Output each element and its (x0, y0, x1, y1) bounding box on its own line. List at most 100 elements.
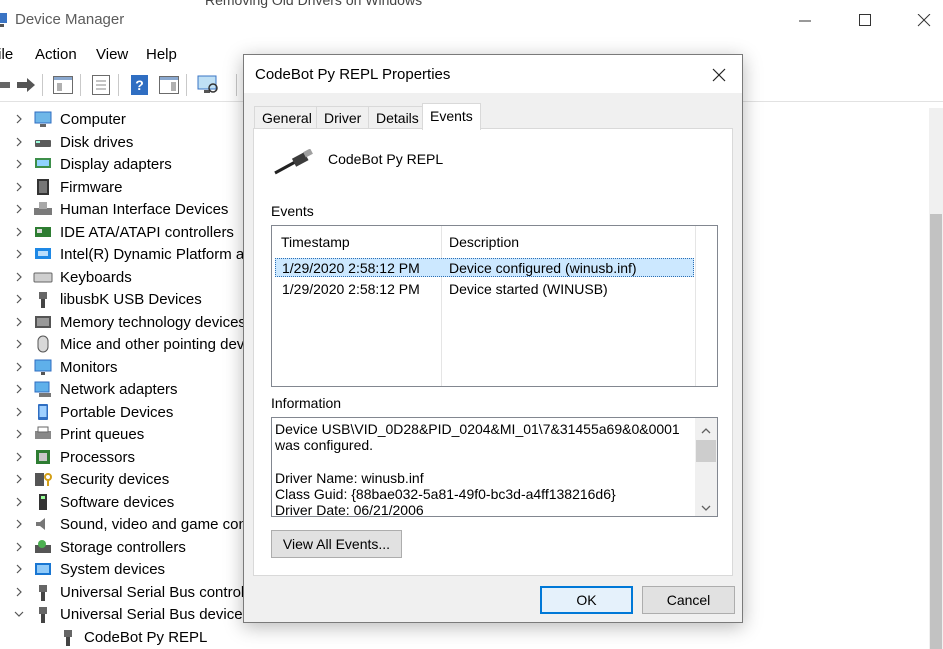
software-device-icon (33, 492, 53, 512)
chevron-right-icon[interactable] (13, 472, 25, 484)
tree-node-label: Universal Serial Bus controllers (60, 583, 250, 601)
chevron-right-icon[interactable] (13, 450, 25, 462)
disk-drive-icon (33, 132, 53, 152)
tree-node[interactable]: Security devices (0, 468, 250, 490)
tree-node[interactable]: Human Interface Devices (0, 198, 250, 220)
chevron-up-icon[interactable] (700, 423, 712, 434)
chevron-right-icon[interactable] (13, 157, 25, 169)
properties-icon[interactable] (89, 73, 113, 97)
chevron-right-icon[interactable] (13, 427, 25, 439)
chevron-right-icon[interactable] (13, 225, 25, 237)
chevron-right-icon[interactable] (13, 562, 25, 574)
tree-node[interactable]: Display adapters (0, 153, 250, 175)
tree-node[interactable]: Firmware (0, 176, 250, 198)
show-hide-tree-icon[interactable] (51, 73, 75, 97)
tab-driver[interactable]: Driver (316, 106, 370, 129)
tree-node[interactable]: Print queues (0, 423, 250, 445)
tree-node[interactable]: Memory technology devices (0, 311, 250, 333)
chevron-right-icon[interactable] (13, 270, 25, 282)
tree-node-label: Monitors (60, 358, 118, 376)
cancel-button[interactable]: Cancel (642, 586, 735, 614)
events-list[interactable]: Timestamp Description 1/29/2020 2:58:12 … (271, 225, 718, 387)
tree-node[interactable]: System devices (0, 558, 250, 580)
tree-node[interactable]: libusbK USB Devices (0, 288, 250, 310)
chevron-right-icon[interactable] (13, 495, 25, 507)
info-line: Device USB\VID_0D28&PID_0204&MI_01\7&314… (275, 421, 680, 454)
ok-button[interactable]: OK (540, 586, 633, 614)
svg-text:?: ? (135, 77, 144, 93)
chevron-right-icon[interactable] (13, 337, 25, 349)
tree-node[interactable]: Mice and other pointing devices (0, 333, 250, 355)
menu-file[interactable]: File (0, 46, 13, 63)
events-scrollbar[interactable] (695, 226, 717, 386)
dialog-close-icon[interactable] (707, 64, 731, 86)
main-scrollbar[interactable] (929, 108, 943, 649)
tree-node[interactable]: Monitors (0, 356, 250, 378)
chevron-right-icon[interactable] (13, 517, 25, 529)
tree-node[interactable]: Network adapters (0, 378, 250, 400)
chevron-right-icon[interactable] (13, 405, 25, 417)
view-all-events-button[interactable]: View All Events... (271, 530, 402, 558)
chevron-right-icon[interactable] (13, 247, 25, 259)
tree-node-label: Firmware (60, 178, 123, 196)
chevron-down-icon[interactable] (700, 500, 712, 511)
scrollbar-thumb[interactable] (696, 440, 716, 462)
storage-controller-icon (33, 537, 53, 557)
tree-node[interactable]: Portable Devices (0, 401, 250, 423)
tree-node[interactable]: Processors (0, 446, 250, 468)
event-description: Device configured (winusb.inf) (449, 260, 637, 276)
event-row[interactable]: 1/29/2020 2:58:12 PM Device started (WIN… (275, 280, 694, 299)
information-box[interactable]: Device USB\VID_0D28&PID_0204&MI_01\7&314… (271, 417, 718, 517)
help-icon[interactable]: ? (128, 73, 152, 97)
chevron-right-icon[interactable] (13, 292, 25, 304)
tab-details[interactable]: Details (368, 106, 427, 129)
minimize-button[interactable] (790, 6, 820, 36)
column-description[interactable]: Description (449, 234, 519, 250)
tree-node[interactable]: Sound, video and game controllers (0, 513, 250, 535)
chevron-right-icon[interactable] (13, 585, 25, 597)
chevron-right-icon[interactable] (13, 540, 25, 552)
tree-node[interactable]: Computer (0, 108, 250, 130)
tree-node[interactable]: Software devices (0, 491, 250, 513)
tree-node-label: System devices (60, 561, 166, 578)
menu-help[interactable]: Help (146, 46, 177, 63)
info-line: Driver Date: 06/21/2006 (275, 502, 424, 517)
action-pane-icon[interactable] (157, 73, 181, 97)
event-row[interactable]: 1/29/2020 2:58:12 PM Device configured (… (275, 258, 694, 277)
tree-node-label: Memory technology devices (60, 313, 246, 331)
chevron-right-icon[interactable] (13, 315, 25, 327)
scrollbar-thumb[interactable] (930, 214, 942, 649)
tree-node[interactable]: Keyboards (0, 266, 250, 288)
tree-node-label: Intel(R) Dynamic Platform and Thermal Fr… (60, 246, 250, 263)
chevron-right-icon[interactable] (13, 112, 25, 124)
tree-node[interactable]: Storage controllers (0, 536, 250, 558)
tree-node[interactable]: Intel(R) Dynamic Platform and Thermal Fr… (0, 243, 250, 265)
maximize-button[interactable] (850, 6, 880, 36)
chevron-down-icon[interactable] (13, 607, 25, 619)
tree-node-label: Mice and other pointing devices (60, 336, 250, 353)
tab-general[interactable]: General (254, 106, 320, 129)
chevron-right-icon[interactable] (13, 135, 25, 147)
tree-node-child[interactable]: CodeBot Py REPL (0, 626, 250, 648)
forward-arrow-icon[interactable] (13, 73, 37, 97)
dialog-title-bar: CodeBot Py REPL Properties (244, 55, 742, 93)
tree-node[interactable]: IDE ATA/ATAPI controllers (0, 221, 250, 243)
column-timestamp[interactable]: Timestamp (281, 234, 350, 250)
tree-node[interactable]: Universal Serial Bus controllers (0, 581, 250, 603)
chevron-right-icon[interactable] (13, 202, 25, 214)
system-device-icon (33, 559, 53, 579)
chevron-right-icon[interactable] (13, 360, 25, 372)
scan-hardware-icon[interactable] (196, 73, 220, 97)
chevron-right-icon[interactable] (13, 180, 25, 192)
menu-action[interactable]: Action (35, 46, 77, 63)
tree-node[interactable]: Disk drives (0, 131, 250, 153)
information-scrollbar[interactable] (695, 418, 717, 516)
back-arrow-icon[interactable] (0, 73, 14, 97)
close-window-button[interactable] (909, 6, 939, 36)
usb-plug-icon (33, 289, 53, 309)
menu-view[interactable]: View (96, 46, 128, 63)
tab-events[interactable]: Events (422, 103, 481, 130)
device-manager-icon (0, 12, 8, 28)
chevron-right-icon[interactable] (13, 382, 25, 394)
tree-node[interactable]: Universal Serial Bus devices (0, 603, 250, 625)
